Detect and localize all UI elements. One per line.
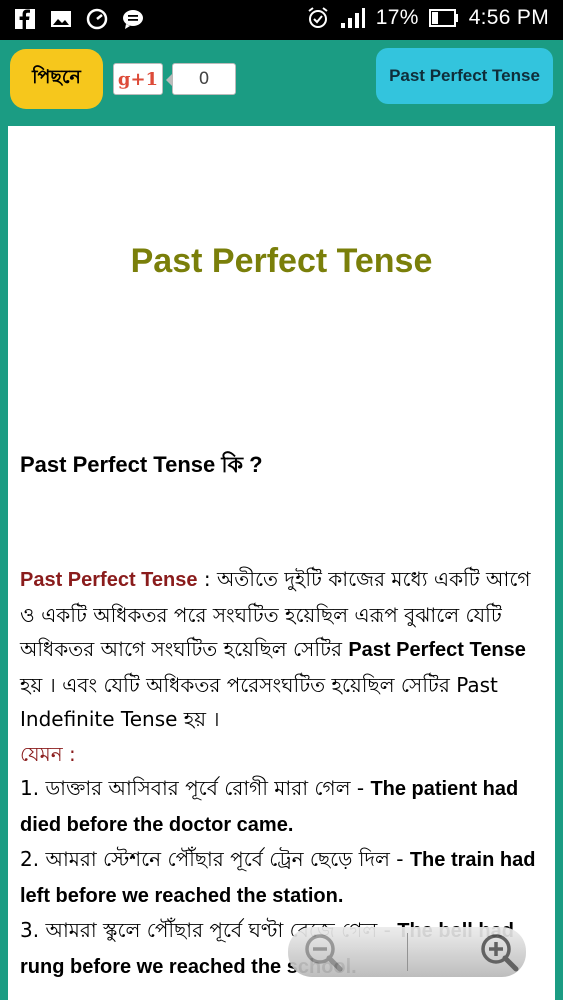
facebook-icon <box>15 9 35 29</box>
section-question: Past Perfect Tense কি ? <box>20 452 263 477</box>
plus-one-count: 0 <box>166 63 236 95</box>
content-panel: Past Perfect Tense Past Perfect Tense কি… <box>8 126 555 1000</box>
page-title: Past Perfect Tense <box>130 242 433 280</box>
definition-term-bold: Past Perfect Tense <box>348 639 526 661</box>
clock: 4:56 PM <box>468 6 549 29</box>
chat-icon <box>123 10 143 29</box>
definition-paragraph: Past Perfect Tense : অতীতে দুইটি কাজের ম… <box>20 562 550 984</box>
status-bar: 17% 4:56 PM <box>0 0 563 40</box>
definition-text-2: হয় । এবং যেটি অধিকতর পরেসংঘটিত হয়েছিল … <box>20 672 498 732</box>
toolbar: পিছনে g+1 0 Past Perfect Tense <box>0 40 563 126</box>
zoom-controls <box>288 927 526 977</box>
back-button[interactable]: পিছনে <box>10 49 103 109</box>
battery-icon <box>428 9 458 27</box>
alarm-icon <box>308 7 328 28</box>
example-2-bn: 2. আমরা স্টেশনে পৌঁছার পূর্বে ট্রেন ছেড়… <box>20 847 410 871</box>
zoom-in-button[interactable] <box>408 927 526 977</box>
google-plus-one-button[interactable]: g+1 <box>113 63 163 95</box>
tense-title-button[interactable]: Past Perfect Tense <box>376 48 553 104</box>
speedometer-icon <box>86 8 108 30</box>
signal-icon <box>340 8 365 28</box>
example-label: যেমন : <box>20 741 76 766</box>
battery-percent: 17% <box>375 6 419 29</box>
image-icon <box>51 11 71 27</box>
zoom-out-button[interactable] <box>288 927 407 977</box>
definition-term: Past Perfect Tense <box>20 569 198 591</box>
zoom-out-icon <box>305 934 343 972</box>
example-1-bn: 1. ডাক্তার আসিবার পূর্বে রোগী মারা গেল - <box>20 776 371 800</box>
zoom-in-icon <box>481 934 519 972</box>
